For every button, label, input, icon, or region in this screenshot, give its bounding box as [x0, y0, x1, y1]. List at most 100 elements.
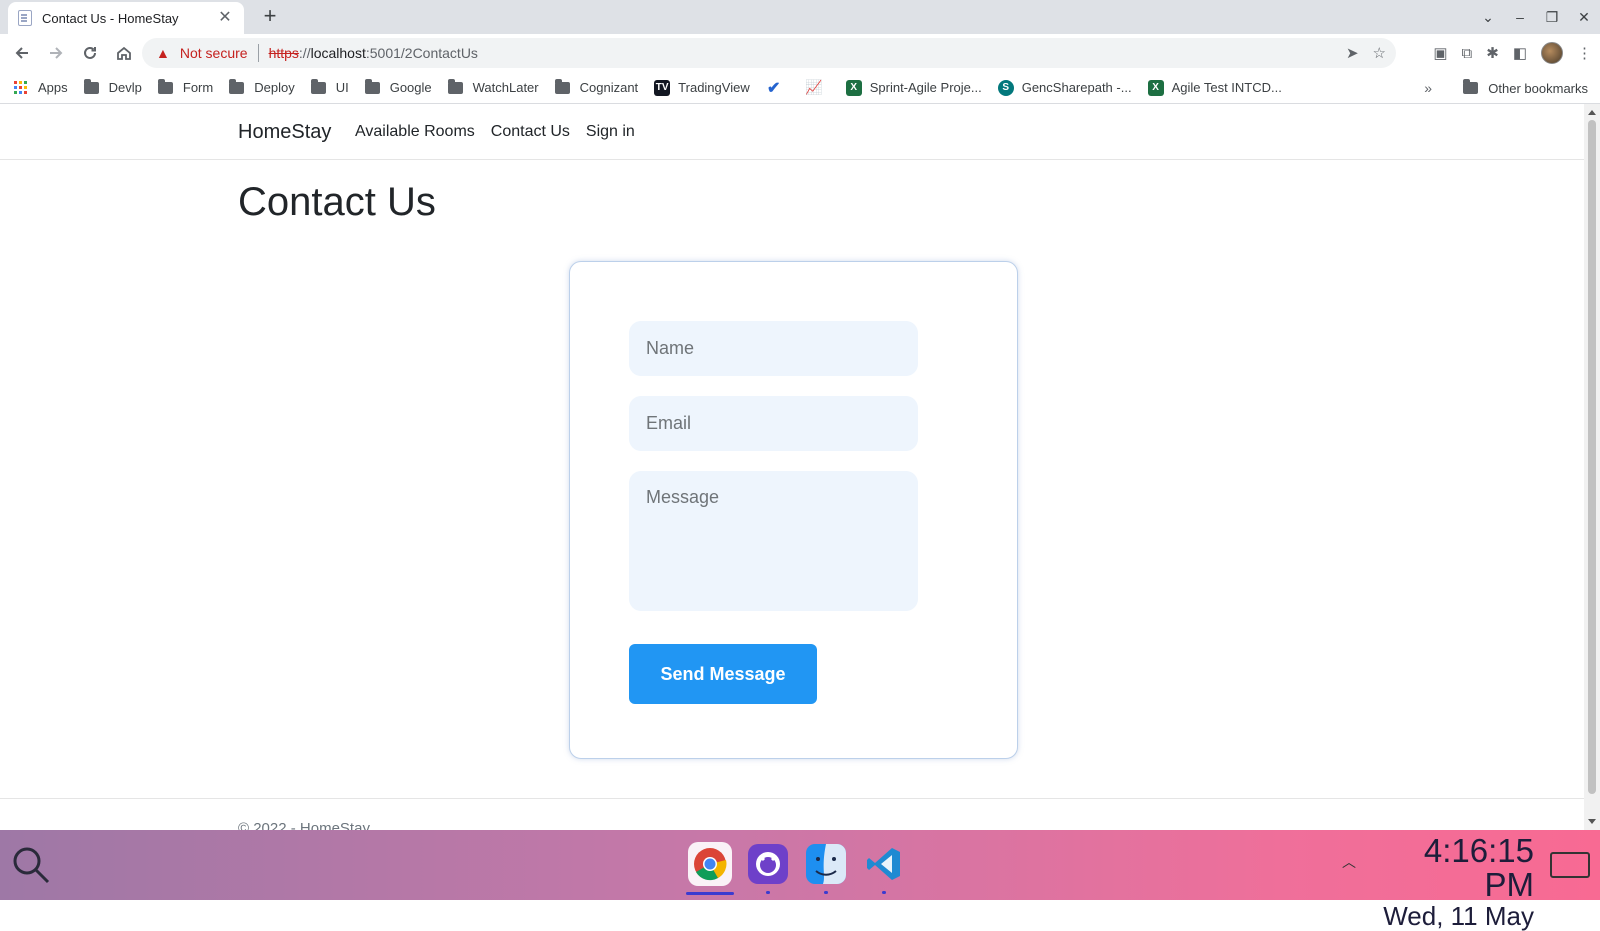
page-viewport: HomeStay Available Rooms Contact Us Sign… — [0, 104, 1584, 830]
other-bookmarks[interactable]: Other bookmarks — [1463, 72, 1588, 104]
bookmark-label: TradingView — [678, 80, 750, 95]
address-bar[interactable]: ▲ Not secure https://localhost:5001/2Con… — [142, 38, 1396, 68]
bookmark-todo[interactable]: ✔ — [766, 80, 790, 97]
tray-expand-icon[interactable]: ︿ — [1342, 852, 1356, 872]
bookmark-sprint-agile[interactable]: X Sprint-Agile Proje... — [845, 79, 982, 96]
bookmark-label: Agile Test INTCD... — [1171, 80, 1282, 95]
back-arrow-icon — [15, 47, 28, 59]
folder-icon — [364, 78, 380, 94]
omnibox-actions: ➤ ☆ — [1346, 38, 1386, 68]
excel-icon: X — [1147, 79, 1164, 96]
url-text[interactable]: https://localhost:5001/2ContactUs — [269, 45, 478, 61]
os-taskbar — [0, 830, 1600, 900]
folder-icon — [229, 78, 245, 94]
running-indicator — [824, 891, 828, 894]
bookmark-folder-devlp[interactable]: Devlp — [83, 78, 142, 95]
bookmark-label: Cognizant — [579, 80, 639, 95]
browser-tab-active[interactable]: Contact Us - HomeStay ✕ — [8, 2, 244, 34]
translate-icon[interactable]: ⧉ — [1462, 45, 1473, 62]
bookmark-folder-ui[interactable]: UI — [310, 78, 349, 95]
bookmark-tradingview[interactable]: TV TradingView — [654, 79, 750, 96]
forward-arrow-icon — [50, 47, 63, 59]
message-textarea[interactable] — [629, 471, 918, 611]
bookmark-folder-cognizant[interactable]: Cognizant — [554, 78, 639, 95]
bookmark-label: Devlp — [108, 80, 142, 95]
footer-divider — [0, 798, 1584, 799]
name-input[interactable] — [629, 321, 918, 376]
bookmark-folder-watchlater[interactable]: WatchLater — [447, 78, 539, 95]
window-controls: ⌄ – ❐ ✕ — [1472, 0, 1600, 34]
bookmark-label: Apps — [38, 80, 68, 95]
clock-time: 4:16:15 PM — [1423, 832, 1534, 903]
bookmarks-overflow-button[interactable]: » — [1424, 72, 1432, 104]
page-title: Contact Us — [238, 180, 436, 224]
close-window-icon[interactable]: ✕ — [1568, 9, 1600, 26]
chrome-icon — [694, 848, 727, 881]
home-icon — [117, 46, 131, 60]
browser-toolbar: ▲ Not secure https://localhost:5001/2Con… — [0, 34, 1600, 72]
security-status[interactable]: Not secure — [180, 45, 248, 61]
tab-close-icon[interactable]: ✕ — [216, 9, 234, 27]
omnibox-divider — [257, 44, 259, 62]
restore-icon[interactable]: ❐ — [1536, 9, 1568, 26]
folder-icon — [310, 78, 326, 94]
nav-contact-us[interactable]: Contact Us — [491, 123, 570, 141]
nav-available-rooms[interactable]: Available Rooms — [355, 123, 475, 141]
bookmark-folder-google[interactable]: Google — [364, 78, 432, 95]
page-scrollbar[interactable] — [1584, 104, 1600, 830]
scroll-down-arrow-icon[interactable] — [1588, 819, 1596, 824]
dock-chrome[interactable] — [686, 842, 734, 895]
back-button[interactable] — [6, 37, 38, 69]
bookmark-chart[interactable]: 📈 — [805, 79, 830, 96]
apps-grid-icon — [14, 80, 28, 95]
new-tab-button[interactable]: + — [258, 4, 282, 28]
bookmark-star-icon[interactable]: ☆ — [1373, 44, 1386, 62]
dock-finder[interactable] — [804, 842, 848, 894]
github-icon — [748, 844, 788, 884]
brand-link[interactable]: HomeStay — [238, 121, 331, 144]
bookmark-label: Sprint-Agile Proje... — [869, 80, 982, 95]
folder-icon — [83, 78, 99, 94]
tab-title: Contact Us - HomeStay — [42, 10, 179, 26]
folder-icon — [554, 78, 570, 94]
sharepoint-icon: S — [997, 79, 1014, 96]
reload-button[interactable] — [74, 37, 106, 69]
profile-avatar[interactable] — [1541, 42, 1563, 64]
folder-icon — [157, 78, 173, 94]
bookmark-folder-form[interactable]: Form — [157, 78, 213, 95]
dock-github[interactable] — [746, 842, 790, 894]
page-favicon-icon — [18, 10, 32, 26]
active-app-indicator — [686, 892, 734, 895]
nav-sign-in[interactable]: Sign in — [586, 123, 635, 141]
chrome-menu-icon[interactable]: ⋮ — [1577, 44, 1592, 62]
forward-button[interactable] — [40, 37, 72, 69]
scroll-up-arrow-icon[interactable] — [1588, 110, 1596, 115]
search-icon[interactable] — [10, 844, 52, 886]
bookmark-gencsharepath[interactable]: S GencSharepath -... — [997, 79, 1132, 96]
bookmark-apps[interactable]: Apps — [14, 80, 68, 95]
side-panel-icon[interactable]: ◧ — [1513, 44, 1527, 62]
bookmark-label: Google — [389, 80, 432, 95]
scrollbar-thumb[interactable] — [1588, 120, 1596, 794]
bookmark-label: UI — [335, 80, 349, 95]
url-host: localhost — [310, 45, 366, 61]
picture-in-picture-icon[interactable]: ▣ — [1433, 44, 1447, 62]
app-dock — [686, 842, 906, 895]
taskbar-clock[interactable]: 4:16:15 PM Wed, 11 May — [1368, 832, 1534, 931]
bookmark-label: GencSharepath -... — [1021, 80, 1132, 95]
bookmark-agile-test[interactable]: X Agile Test INTCD... — [1147, 79, 1282, 96]
email-input[interactable] — [629, 396, 918, 451]
folder-icon — [1463, 79, 1479, 94]
home-button[interactable] — [108, 37, 140, 69]
show-desktop-icon[interactable] — [1550, 852, 1590, 878]
warning-triangle-icon[interactable]: ▲ — [156, 45, 170, 61]
bookmark-folder-deploy[interactable]: Deploy — [229, 78, 295, 95]
send-tab-icon[interactable]: ➤ — [1346, 44, 1359, 62]
extensions-puzzle-icon[interactable]: ✱ — [1486, 44, 1499, 62]
minimize-icon[interactable]: – — [1504, 9, 1536, 25]
excel-icon: X — [845, 79, 862, 96]
send-message-button[interactable]: Send Message — [629, 644, 817, 704]
dock-vscode[interactable] — [862, 842, 906, 894]
tradingview-icon: TV — [654, 79, 671, 96]
tab-search-icon[interactable]: ⌄ — [1472, 9, 1504, 26]
